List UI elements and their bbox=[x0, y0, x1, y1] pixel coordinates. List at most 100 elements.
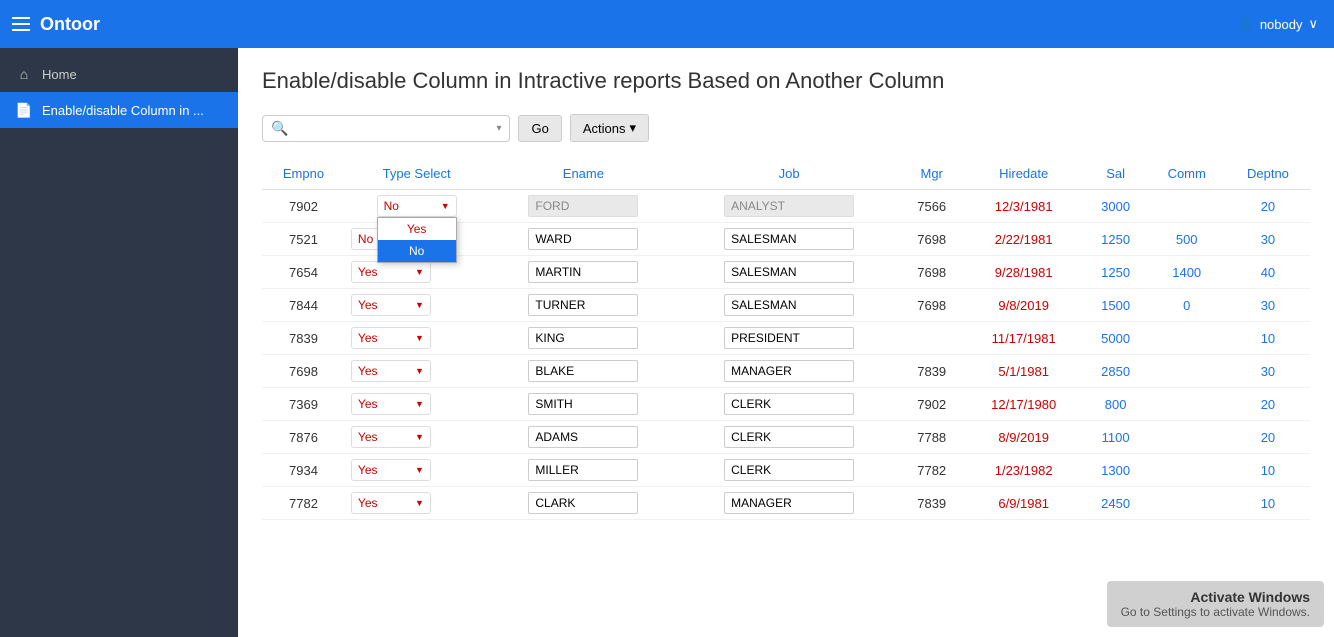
cell-type-select[interactable]: No▼YesNo bbox=[345, 190, 488, 223]
cell-deptno: 10 bbox=[1226, 322, 1310, 355]
cell-ename[interactable] bbox=[488, 223, 678, 256]
type-option-no[interactable]: No bbox=[378, 240, 456, 262]
user-icon: 👤 bbox=[1238, 16, 1254, 32]
cell-type-select[interactable]: Yes▼ bbox=[345, 421, 488, 454]
user-chevron: ∨ bbox=[1308, 16, 1318, 32]
ename-input[interactable] bbox=[528, 360, 638, 382]
cell-type-select[interactable]: Yes▼ bbox=[345, 388, 488, 421]
cell-sal: 800 bbox=[1084, 388, 1148, 421]
cell-type-select[interactable]: Yes▼ bbox=[345, 322, 488, 355]
cell-mgr: 7788 bbox=[900, 421, 964, 454]
cell-empno: 7844 bbox=[262, 289, 345, 322]
cell-job[interactable] bbox=[678, 355, 899, 388]
type-select-trigger[interactable]: Yes▼ bbox=[351, 360, 431, 382]
job-input[interactable] bbox=[724, 327, 854, 349]
search-input[interactable] bbox=[292, 121, 492, 136]
actions-button[interactable]: Actions ▾ bbox=[570, 114, 649, 142]
cell-hiredate: 11/17/1981 bbox=[964, 322, 1084, 355]
type-select-trigger[interactable]: Yes▼ bbox=[351, 327, 431, 349]
type-select-arrow: ▼ bbox=[415, 432, 424, 442]
go-button[interactable]: Go bbox=[518, 115, 561, 142]
cell-type-select[interactable]: Yes▼ bbox=[345, 355, 488, 388]
job-input[interactable] bbox=[724, 228, 854, 250]
cell-ename[interactable] bbox=[488, 256, 678, 289]
search-icon: 🔍 bbox=[271, 120, 288, 137]
cell-comm bbox=[1148, 487, 1226, 520]
ename-input[interactable] bbox=[528, 393, 638, 415]
cell-job[interactable] bbox=[678, 322, 899, 355]
cell-job[interactable] bbox=[678, 190, 899, 223]
type-value: No bbox=[358, 232, 373, 246]
sidebar-item-enable-disable-label: Enable/disable Column in ... bbox=[42, 103, 204, 118]
data-table-container: Empno Type Select Ename Job Mgr Hiredate… bbox=[262, 158, 1310, 520]
search-type-dropdown[interactable]: ▾ bbox=[496, 123, 501, 134]
ename-input[interactable] bbox=[528, 261, 638, 283]
cell-job[interactable] bbox=[678, 454, 899, 487]
sidebar-nav: ⌂ Home 📄 Enable/disable Column in ... bbox=[0, 48, 238, 136]
cell-ename[interactable] bbox=[488, 355, 678, 388]
job-input[interactable] bbox=[724, 294, 854, 316]
cell-ename[interactable] bbox=[488, 454, 678, 487]
cell-deptno: 20 bbox=[1226, 421, 1310, 454]
cell-job[interactable] bbox=[678, 388, 899, 421]
cell-ename[interactable] bbox=[488, 322, 678, 355]
col-header-job: Job bbox=[678, 158, 899, 190]
sidebar-item-home[interactable]: ⌂ Home bbox=[0, 56, 238, 92]
brand-name: Ontoor bbox=[40, 14, 100, 35]
cell-deptno: 10 bbox=[1226, 454, 1310, 487]
sidebar-item-enable-disable[interactable]: 📄 Enable/disable Column in ... bbox=[0, 92, 238, 128]
cell-ename[interactable] bbox=[488, 388, 678, 421]
type-select-menu: YesNo bbox=[377, 217, 457, 263]
type-select-trigger[interactable]: No▼ bbox=[377, 195, 457, 217]
page-icon: 📄 bbox=[16, 102, 32, 118]
ename-input[interactable] bbox=[528, 327, 638, 349]
sidebar-header: Ontoor bbox=[0, 0, 238, 48]
cell-ename[interactable] bbox=[488, 289, 678, 322]
type-select-dropdown-open[interactable]: No▼YesNo bbox=[377, 195, 457, 217]
hamburger-icon[interactable] bbox=[12, 17, 30, 31]
ename-input[interactable] bbox=[528, 294, 638, 316]
content-area: Enable/disable Column in Intractive repo… bbox=[238, 48, 1334, 637]
job-input[interactable] bbox=[724, 459, 854, 481]
cell-job[interactable] bbox=[678, 289, 899, 322]
cell-type-select[interactable]: Yes▼ bbox=[345, 289, 488, 322]
cell-job[interactable] bbox=[678, 223, 899, 256]
cell-hiredate: 9/28/1981 bbox=[964, 256, 1084, 289]
cell-job[interactable] bbox=[678, 421, 899, 454]
table-header-row: Empno Type Select Ename Job Mgr Hiredate… bbox=[262, 158, 1310, 190]
cell-hiredate: 8/9/2019 bbox=[964, 421, 1084, 454]
job-input[interactable] bbox=[724, 360, 854, 382]
cell-hiredate: 1/23/1982 bbox=[964, 454, 1084, 487]
activation-notice: Activate Windows Go to Settings to activ… bbox=[1107, 581, 1324, 627]
job-input[interactable] bbox=[724, 492, 854, 514]
type-select-trigger[interactable]: Yes▼ bbox=[351, 426, 431, 448]
type-select-trigger[interactable]: Yes▼ bbox=[351, 492, 431, 514]
type-value: Yes bbox=[358, 364, 378, 378]
type-select-trigger[interactable]: Yes▼ bbox=[351, 459, 431, 481]
cell-ename[interactable] bbox=[488, 487, 678, 520]
col-header-ename: Ename bbox=[488, 158, 678, 190]
cell-empno: 7782 bbox=[262, 487, 345, 520]
ename-input[interactable] bbox=[528, 459, 638, 481]
type-select-trigger[interactable]: Yes▼ bbox=[351, 261, 431, 283]
cell-deptno: 40 bbox=[1226, 256, 1310, 289]
type-select-trigger[interactable]: Yes▼ bbox=[351, 393, 431, 415]
type-select-trigger[interactable]: Yes▼ bbox=[351, 294, 431, 316]
cell-job[interactable] bbox=[678, 487, 899, 520]
cell-comm: 0 bbox=[1148, 289, 1226, 322]
job-input[interactable] bbox=[724, 426, 854, 448]
cell-type-select[interactable]: Yes▼ bbox=[345, 454, 488, 487]
ename-input[interactable] bbox=[528, 492, 638, 514]
cell-job[interactable] bbox=[678, 256, 899, 289]
actions-chevron: ▾ bbox=[629, 120, 636, 136]
ename-input[interactable] bbox=[528, 426, 638, 448]
type-option-yes[interactable]: Yes bbox=[378, 218, 456, 240]
cell-type-select[interactable]: Yes▼ bbox=[345, 487, 488, 520]
cell-ename[interactable] bbox=[488, 190, 678, 223]
job-input[interactable] bbox=[724, 261, 854, 283]
job-input[interactable] bbox=[724, 393, 854, 415]
cell-comm: 1400 bbox=[1148, 256, 1226, 289]
cell-hiredate: 6/9/1981 bbox=[964, 487, 1084, 520]
cell-ename[interactable] bbox=[488, 421, 678, 454]
ename-input[interactable] bbox=[528, 228, 638, 250]
